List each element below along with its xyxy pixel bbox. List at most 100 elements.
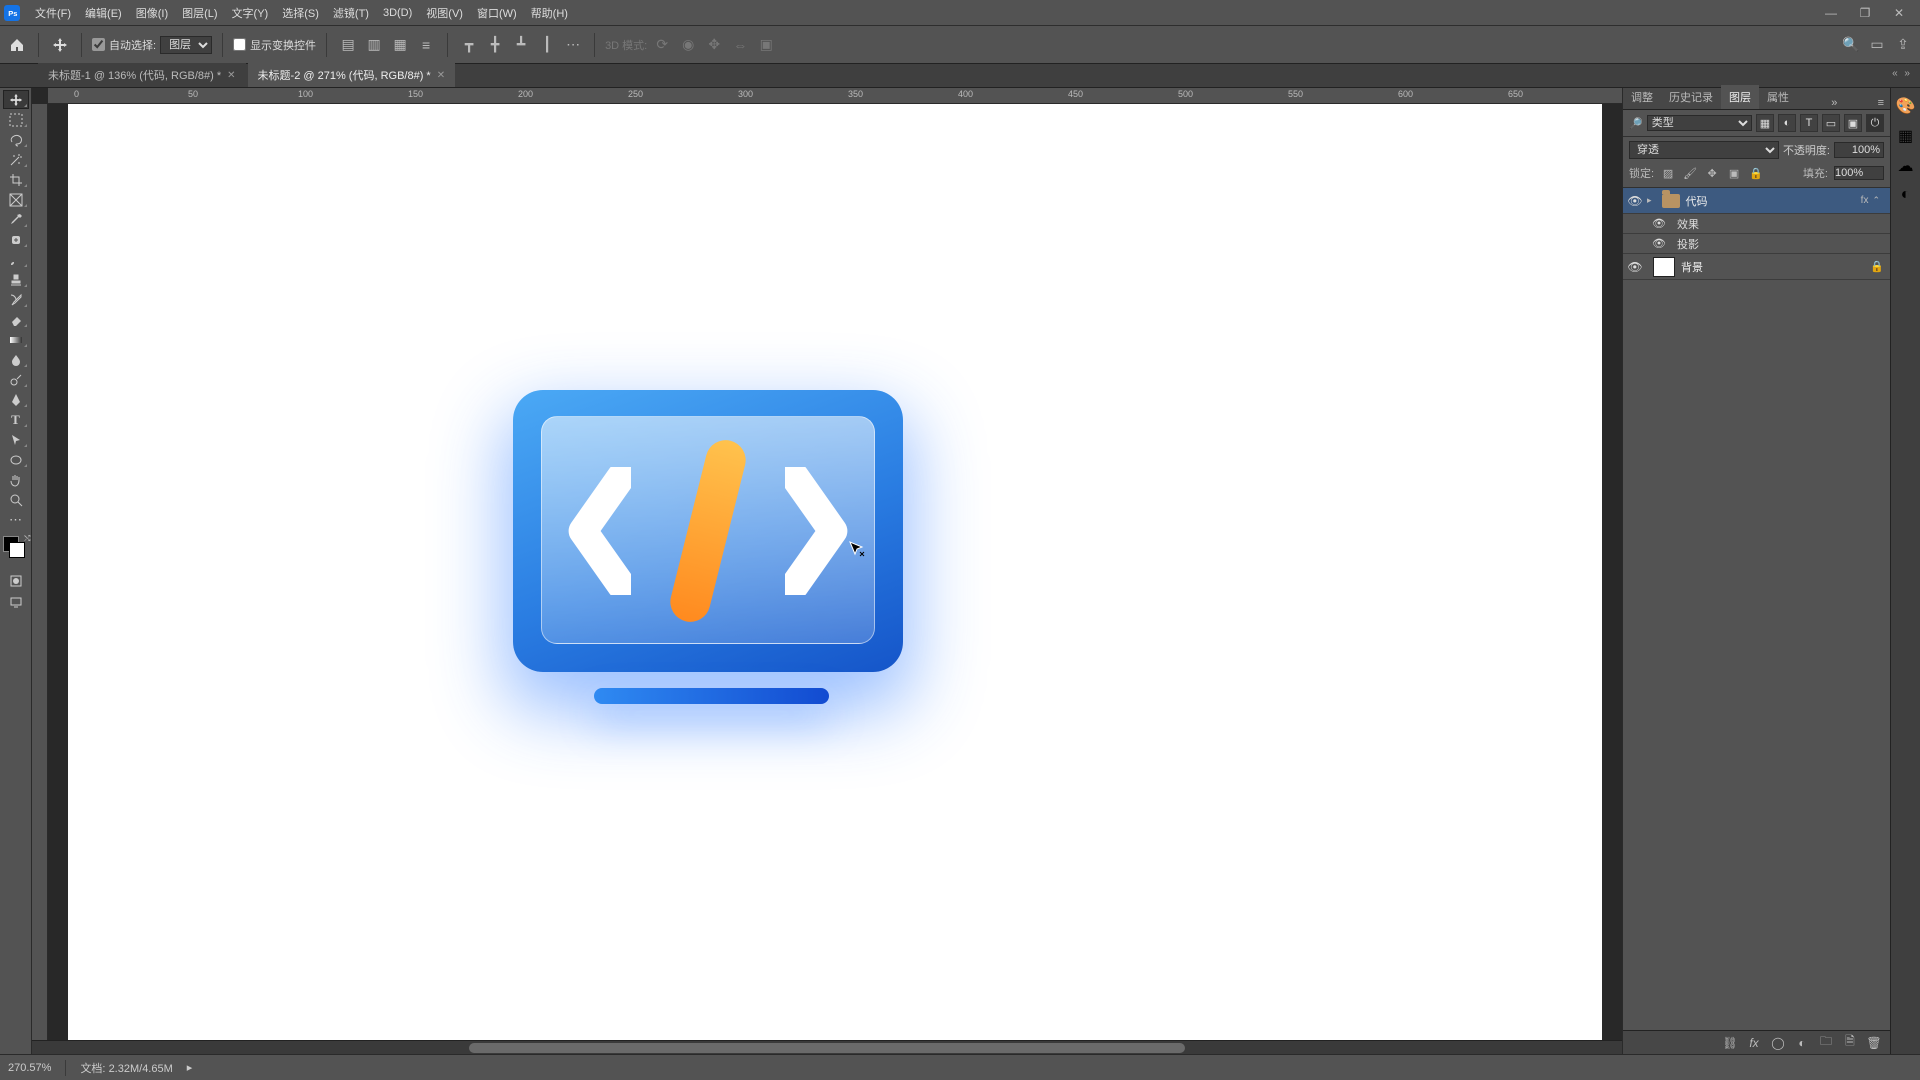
layer-background[interactable]: 👁 背景 🔒 <box>1623 254 1890 280</box>
layer-effects-row[interactable]: 👁 效果 <box>1623 214 1890 234</box>
align-stretch-icon[interactable]: ≡ <box>415 34 437 56</box>
blend-mode-select[interactable]: 穿透 <box>1629 141 1779 159</box>
menu-layer[interactable]: 图层(L) <box>175 5 224 21</box>
visibility-icon[interactable]: 👁 <box>1647 217 1671 230</box>
menu-3d[interactable]: 3D(D) <box>376 7 419 19</box>
share-icon[interactable]: ⇪ <box>1892 34 1914 56</box>
layer-filter-kind-select[interactable]: 类型 <box>1647 115 1752 131</box>
panel-expand-icon[interactable]: » <box>1825 97 1843 109</box>
new-layer-icon[interactable]: 🗎 <box>1842 1032 1858 1053</box>
tool-move[interactable] <box>3 90 29 109</box>
filter-toggle-icon[interactable]: ⏻ <box>1866 114 1884 132</box>
filter-pixel-icon[interactable]: ▦ <box>1756 114 1774 132</box>
filter-type-icon[interactable]: T <box>1800 114 1818 132</box>
show-transform-checkbox[interactable]: 显示变换控件 <box>233 37 316 53</box>
tool-blur[interactable] <box>3 350 29 369</box>
lock-transparent-icon[interactable]: ▨ <box>1660 165 1676 181</box>
artwork-code-monitor[interactable] <box>513 390 903 672</box>
status-menu-icon[interactable]: ▸ <box>187 1061 193 1074</box>
collapsed-swatches-icon[interactable]: ▦ <box>1898 126 1913 146</box>
menu-window[interactable]: 窗口(W) <box>470 5 524 21</box>
ruler-vertical[interactable] <box>32 104 48 1040</box>
tool-shape[interactable] <box>3 450 29 469</box>
layer-name[interactable]: 背景 <box>1681 259 1870 275</box>
panel-tab-layers[interactable]: 图层 <box>1721 85 1759 109</box>
opacity-input[interactable] <box>1834 142 1884 158</box>
tool-dodge[interactable] <box>3 370 29 389</box>
delete-layer-icon[interactable]: 🗑 <box>1866 1036 1882 1050</box>
canvas-viewport[interactable] <box>48 104 1622 1040</box>
close-tab-icon[interactable]: ✕ <box>437 70 445 81</box>
tool-frame[interactable] <box>3 190 29 209</box>
horizontal-scrollbar[interactable] <box>32 1040 1622 1054</box>
layer-name[interactable]: 代码 <box>1686 193 1861 209</box>
align-right-icon[interactable]: ▦ <box>389 34 411 56</box>
menu-edit[interactable]: 编辑(E) <box>78 5 129 21</box>
lock-all-icon[interactable]: 🔒 <box>1748 165 1764 181</box>
tool-brush[interactable] <box>3 250 29 269</box>
tool-pen[interactable] <box>3 390 29 409</box>
tool-eraser[interactable] <box>3 310 29 329</box>
distribute-h-icon[interactable]: ┃ <box>536 34 558 56</box>
tool-edit-toolbar[interactable]: ⋯ <box>3 510 29 529</box>
align-left-icon[interactable]: ▤ <box>337 34 359 56</box>
window-minimize-icon[interactable]: — <box>1814 6 1848 20</box>
adjustment-layer-icon[interactable]: ◐ <box>1794 1036 1810 1050</box>
window-restore-icon[interactable]: ❐ <box>1848 6 1882 20</box>
visibility-icon[interactable]: 👁 <box>1623 194 1647 208</box>
distribute-bottom-icon[interactable]: ┻ <box>510 34 532 56</box>
distribute-top-icon[interactable]: ┳ <box>458 34 480 56</box>
tool-stamp[interactable] <box>3 270 29 289</box>
filter-smart-icon[interactable]: ▣ <box>1844 114 1862 132</box>
tool-marquee[interactable] <box>3 110 29 129</box>
screenmode-icon[interactable] <box>3 592 29 611</box>
menu-type[interactable]: 文字(Y) <box>225 5 276 21</box>
align-center-h-icon[interactable]: ▥ <box>363 34 385 56</box>
artwork-monitor-stand[interactable] <box>594 688 829 704</box>
foreground-color-swatch[interactable] <box>9 542 25 558</box>
fx-expand-icon[interactable]: ⌃ <box>1872 195 1880 206</box>
home-icon[interactable] <box>6 34 28 56</box>
canvas[interactable] <box>68 104 1602 1040</box>
layer-fx-badge[interactable]: fx <box>1861 195 1869 206</box>
tool-magicwand[interactable] <box>3 150 29 169</box>
new-group-icon[interactable]: 🗀 <box>1818 1032 1834 1053</box>
visibility-icon[interactable]: 👁 <box>1647 237 1671 250</box>
tool-path-select[interactable] <box>3 430 29 449</box>
panel-menu-icon[interactable]: ≡ <box>1872 97 1890 109</box>
tool-heal[interactable] <box>3 230 29 249</box>
tool-eyedropper[interactable] <box>3 210 29 229</box>
collapsed-adjust-icon[interactable]: ◐ <box>1901 186 1911 204</box>
workspace-icon[interactable]: ▭ <box>1866 34 1888 56</box>
tool-zoom[interactable] <box>3 490 29 509</box>
collapsed-color-icon[interactable]: 🎨 <box>1896 96 1916 116</box>
search-icon[interactable]: 🔍 <box>1840 34 1862 56</box>
swap-colors-icon[interactable]: ⤭ <box>24 534 30 544</box>
lock-artboard-icon[interactable]: ▣ <box>1726 165 1742 181</box>
lock-position-icon[interactable]: ✥ <box>1704 165 1720 181</box>
layer-fx-icon[interactable]: fx <box>1746 1036 1762 1050</box>
fill-input[interactable] <box>1834 166 1884 180</box>
link-layers-icon[interactable]: ⛓ <box>1722 1036 1738 1050</box>
filter-shape-icon[interactable]: ▭ <box>1822 114 1840 132</box>
color-swatches[interactable]: ⤭ <box>3 536 29 562</box>
tool-history-brush[interactable] <box>3 290 29 309</box>
panel-tab-properties[interactable]: 属性 <box>1759 85 1797 109</box>
layer-dropshadow-row[interactable]: 👁 投影 <box>1623 234 1890 254</box>
visibility-icon[interactable]: 👁 <box>1623 260 1647 274</box>
menu-help[interactable]: 帮助(H) <box>524 5 575 21</box>
status-zoom[interactable]: 270.57% <box>8 1062 51 1074</box>
tab-overflow-icon[interactable]: « » <box>1892 68 1912 79</box>
layer-mask-icon[interactable]: ◯ <box>1770 1036 1786 1050</box>
close-tab-icon[interactable]: ✕ <box>227 70 235 81</box>
document-tab-1[interactable]: 未标题-1 @ 136% (代码, RGB/8#) * ✕ <box>38 63 246 87</box>
lock-icon[interactable]: 🔒 <box>1870 260 1884 273</box>
menu-image[interactable]: 图像(I) <box>129 5 175 21</box>
tool-lasso[interactable] <box>3 130 29 149</box>
quickmask-icon[interactable] <box>3 571 29 590</box>
tool-hand[interactable] <box>3 470 29 489</box>
distribute-vcenter-icon[interactable]: ╋ <box>484 34 506 56</box>
lock-paint-icon[interactable]: 🖌 <box>1682 165 1698 181</box>
menu-file[interactable]: 文件(F) <box>28 5 78 21</box>
window-close-icon[interactable]: ✕ <box>1882 6 1916 20</box>
